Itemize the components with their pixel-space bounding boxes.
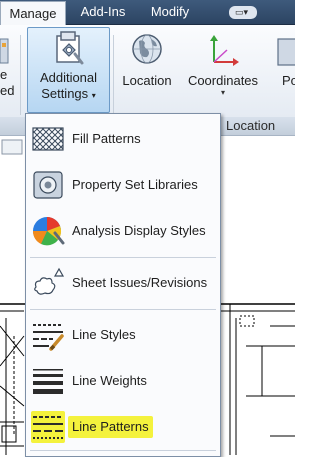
chevron-down-icon: ▾	[91, 91, 96, 100]
partial-right-label: Po	[282, 73, 295, 88]
analysis-display-styles-icon	[31, 215, 65, 247]
additional-settings-label-1: Additional	[39, 70, 98, 85]
menu-item-label: Line Weights	[72, 373, 147, 388]
globe-icon	[132, 34, 162, 64]
additional-settings-icon	[55, 31, 83, 65]
coordinates-button[interactable]: Coordinates ▾	[183, 27, 263, 109]
menu-item-sheet-issues-revisions[interactable]: Sheet Issues/Revisions	[26, 260, 220, 306]
menu-item-label: Line Styles	[72, 327, 136, 342]
tab-manage[interactable]: Manage	[0, 1, 66, 27]
coordinates-axes-icon	[210, 35, 239, 66]
additional-settings-button[interactable]: Additional Settings ▾	[27, 27, 110, 113]
menu-item-label: Property Set Libraries	[72, 177, 198, 192]
additional-settings-label-2: Settings ▾	[28, 86, 109, 104]
partial-left-label-2: ed	[0, 83, 15, 98]
menu-item-fill-patterns[interactable]: Fill Patterns	[26, 116, 220, 162]
sheet-issues-revisions-icon	[31, 267, 65, 299]
location-label: Location	[122, 73, 172, 88]
ribbon-separator	[113, 35, 114, 115]
menu-item-line-patterns[interactable]: Line Patterns	[26, 404, 220, 450]
menu-item-line-styles[interactable]: Line Styles	[26, 312, 220, 358]
menu-item-label: Fill Patterns	[72, 131, 141, 146]
additional-settings-label-2-text: Settings	[41, 86, 89, 101]
chevron-down-icon: ▾	[220, 88, 225, 97]
menu-item-property-set-libraries[interactable]: Property Set Libraries	[26, 162, 220, 208]
menu-separator	[30, 309, 216, 310]
line-styles-icon	[31, 319, 65, 351]
tab-modify[interactable]: Modify	[140, 0, 200, 24]
additional-settings-dropdown: Fill Patterns Property Set Libraries Ana…	[25, 113, 221, 457]
menu-item-label: Line Patterns	[68, 416, 153, 438]
coordinates-label: Coordinates	[187, 73, 259, 88]
partial-right-button[interactable]: Po	[270, 27, 295, 109]
tab-add-ins[interactable]: Add-Ins	[70, 0, 136, 24]
ribbon-tab-bar: Manage Add-Ins Modify ▭▾	[0, 0, 295, 27]
line-weights-icon	[31, 365, 65, 397]
menu-item-line-weights[interactable]: Line Weights	[26, 358, 220, 404]
menu-separator	[30, 257, 216, 258]
ribbon-separator	[20, 35, 21, 115]
property-set-libraries-icon	[31, 169, 65, 201]
menu-item-label: Sheet Issues/Revisions	[72, 275, 208, 290]
location-panel-title[interactable]: Location	[226, 117, 275, 135]
partial-right-icon	[277, 38, 295, 66]
menu-separator	[30, 450, 216, 451]
tab-overflow-icon: ▭▾	[235, 7, 249, 17]
line-patterns-icon	[31, 411, 65, 443]
menu-item-label: Analysis Display Styles	[72, 223, 206, 238]
partial-left-icon	[0, 38, 9, 64]
ribbon-panel: e ed Additional Settings ▾ Location Coor…	[0, 25, 295, 118]
fill-patterns-icon	[31, 123, 65, 155]
tab-overflow-menu[interactable]: ▭▾	[229, 6, 257, 19]
location-button[interactable]: Location	[118, 27, 176, 109]
menu-item-analysis-display-styles[interactable]: Analysis Display Styles	[26, 208, 220, 254]
partial-left-label-1: e	[0, 67, 8, 82]
partial-left-button[interactable]: e ed	[0, 27, 14, 109]
